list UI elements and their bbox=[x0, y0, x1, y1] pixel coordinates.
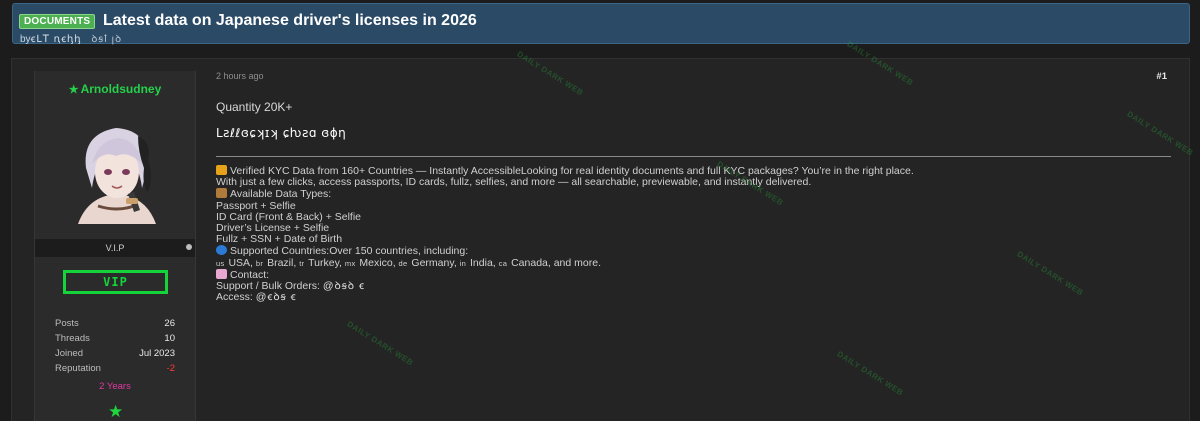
star-icon: ★ bbox=[68, 84, 79, 96]
thread-byline: byꞓԼꓔ ꞑꞓꞕꞕ ꝺꞩꝉ ꞁꝺ bbox=[20, 31, 122, 45]
country-name: Turkey bbox=[308, 256, 340, 269]
watermark: DAILY DARK WEB bbox=[835, 349, 905, 398]
access-label: Access: bbox=[216, 291, 253, 304]
content-line: ID Card (Front & Back) + Selfie bbox=[216, 210, 1171, 223]
content-text: ID Card (Front & Back) + Selfie bbox=[216, 210, 362, 223]
avatar-image bbox=[68, 116, 166, 224]
contact-label: Contact: bbox=[230, 268, 270, 281]
online-status-indicator bbox=[186, 244, 192, 250]
content-text: Supported Countries:Over 150 countries, … bbox=[230, 245, 469, 258]
package-icon bbox=[216, 188, 227, 199]
watermark: DAILY DARK WEB bbox=[345, 319, 415, 368]
content-text: With just a few clicks, access passports… bbox=[216, 176, 812, 189]
user-stats: Posts 26 Threads 10 Joined Jul 2023 Repu… bbox=[55, 318, 175, 378]
content-text: Passport + Selfie bbox=[216, 199, 296, 212]
divider bbox=[216, 156, 1171, 157]
stat-value[interactable]: -2 bbox=[167, 363, 175, 378]
stat-value[interactable]: 26 bbox=[164, 318, 175, 333]
username-label: Arnoldsudney bbox=[80, 82, 162, 96]
countries-suffix: , and more. bbox=[547, 256, 601, 269]
content-text: Driver’s License + Selfie bbox=[216, 222, 330, 235]
watermark: DAILY DARK WEB bbox=[845, 39, 915, 88]
post-body: Quantity 20K+ Lƨℓℓɞɕʞɪʞ ɕƕƨɑ ɞɸƞ Verifie… bbox=[216, 100, 1171, 303]
country-code: tr bbox=[299, 258, 305, 268]
stat-joined: Joined Jul 2023 bbox=[55, 348, 175, 363]
post-permalink[interactable]: #1 bbox=[1156, 71, 1167, 82]
country-name: Brazil bbox=[267, 256, 294, 269]
obscured-heading: Lƨℓℓɞɕʞɪʞ ɕƕƨɑ ɞɸƞ bbox=[216, 126, 347, 140]
content-text: Fullz + SSN + Date of Birth bbox=[216, 233, 343, 246]
user-rank: V.I.P bbox=[35, 239, 195, 257]
country-code: mx bbox=[344, 258, 356, 268]
country-code: ca bbox=[498, 258, 508, 268]
stat-reputation: Reputation -2 bbox=[55, 363, 175, 378]
stat-label: Joined bbox=[55, 348, 83, 359]
content-line: Driver’s License + Selfie bbox=[216, 222, 1171, 235]
country-name: Canada bbox=[511, 256, 548, 269]
access-handle[interactable]: @ꞓꝺꞩ ꞓ bbox=[256, 291, 297, 303]
post-container: ★ Arnoldsudney V.I.P VIP Posts 26 Thread… bbox=[11, 39, 1195, 421]
prefix-tag[interactable]: DOCUMENTS bbox=[19, 14, 96, 29]
thread-title[interactable]: Latest data on Japanese driver's license… bbox=[103, 12, 477, 30]
country-name: Mexico bbox=[359, 256, 393, 269]
byline-prefix: by bbox=[20, 34, 31, 45]
support-handle[interactable]: @ꝺꞩꝺ ꞓ bbox=[323, 280, 365, 292]
stat-label: Threads bbox=[55, 333, 90, 344]
lock-icon bbox=[216, 165, 227, 175]
globe-icon bbox=[216, 245, 227, 256]
country-code: in bbox=[459, 258, 467, 268]
content-text: Verified KYC Data from 160+ Countries — … bbox=[230, 165, 914, 177]
country-code: de bbox=[398, 258, 408, 268]
content-line: Support / Bulk Orders: @ꝺꞩꝺ ꞓ bbox=[216, 280, 1171, 293]
rank-label: V.I.P bbox=[105, 243, 125, 253]
country-code: us bbox=[216, 258, 225, 268]
support-label: Support / Bulk Orders: bbox=[216, 280, 320, 293]
stat-posts: Posts 26 bbox=[55, 318, 175, 333]
user-panel: ★ Arnoldsudney V.I.P VIP Posts 26 Thread… bbox=[34, 71, 196, 421]
country-list: us USA, br Brazil, tr Turkey, mx Mexico,… bbox=[216, 256, 601, 269]
avatar[interactable] bbox=[68, 116, 166, 224]
content-line: With just a few clicks, access passports… bbox=[216, 177, 1171, 188]
content-line: Available Data Types: bbox=[216, 188, 1171, 200]
stat-value: Jul 2023 bbox=[139, 348, 175, 359]
stat-value[interactable]: 10 bbox=[164, 333, 175, 348]
stat-label: Posts bbox=[55, 318, 79, 329]
content-line: Access: @ꞓꝺꞩ ꞓ bbox=[216, 292, 1171, 303]
membership-tenure: 2 Years bbox=[99, 381, 131, 392]
quantity-line: Quantity 20K+ bbox=[216, 100, 293, 114]
country-name: India bbox=[470, 256, 493, 269]
content-line: Fullz + SSN + Date of Birth bbox=[216, 234, 1171, 245]
country-name: Germany bbox=[411, 256, 454, 269]
post-timestamp[interactable]: 2 hours ago bbox=[216, 71, 264, 81]
username[interactable]: ★ Arnoldsudney bbox=[35, 82, 195, 96]
watermark: DAILY DARK WEB bbox=[515, 49, 585, 98]
vip-badge: VIP bbox=[63, 270, 168, 294]
content-text: Available Data Types: bbox=[230, 188, 332, 201]
envelope-icon bbox=[216, 268, 227, 279]
stat-label: Reputation bbox=[55, 363, 101, 374]
stat-threads: Threads 10 bbox=[55, 333, 175, 348]
thread-author[interactable]: ꞓԼꓔ ꞑꞓꞕꞕ bbox=[31, 34, 82, 45]
thread-date: ꝺꞩꝉ ꞁꝺ bbox=[91, 34, 123, 45]
post-content: Verified KYC Data from 160+ Countries — … bbox=[216, 165, 1171, 303]
award-star-icon: ★ bbox=[108, 402, 124, 421]
country-code: br bbox=[255, 258, 264, 268]
country-name: USA bbox=[228, 256, 251, 269]
thread-header: DOCUMENTS Latest data on Japanese driver… bbox=[12, 3, 1190, 45]
